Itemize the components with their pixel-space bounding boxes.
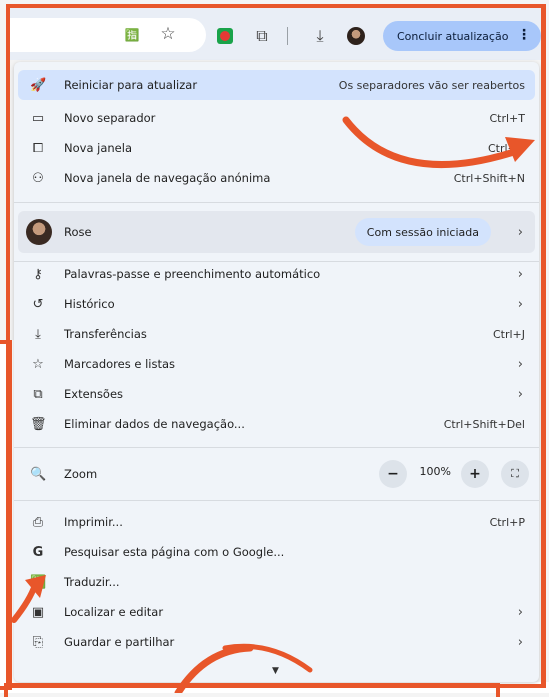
annotation-frame-left [0, 340, 12, 690]
annotation-frame-bottom [4, 683, 500, 697]
annotation-frame-menu [6, 4, 546, 688]
